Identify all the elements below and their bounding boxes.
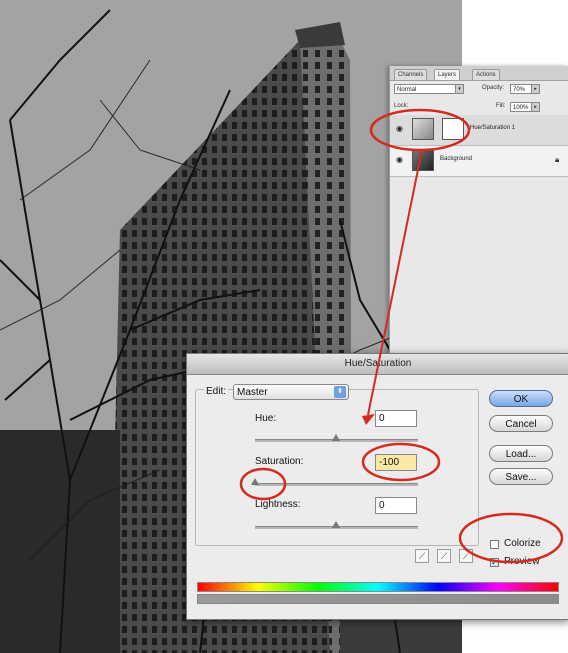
preview-label: Preview bbox=[504, 556, 540, 567]
saturation-input[interactable]: -100 bbox=[375, 454, 417, 471]
hue-saturation-dialog: Hue/Saturation Edit: Master ⬍ Hue: 0 Sat… bbox=[186, 353, 568, 620]
layers-tabbar: Channels Layers Actions bbox=[390, 66, 568, 81]
eye-icon[interactable]: ◉ bbox=[396, 125, 405, 133]
preview-checkbox[interactable]: ✓ bbox=[490, 558, 499, 567]
lightness-label: Lightness: bbox=[255, 499, 301, 510]
hue-label: Hue: bbox=[255, 413, 277, 424]
chevron-down-icon: ▸ bbox=[531, 85, 539, 93]
colorize-label: Colorize bbox=[504, 538, 541, 549]
layers-panel: Channels Layers Actions Normal ▾ Opacity… bbox=[389, 66, 568, 366]
layer-name: Background bbox=[440, 156, 473, 162]
hue-input[interactable]: 0 bbox=[375, 410, 417, 427]
saturation-slider-knob[interactable] bbox=[251, 478, 259, 485]
fill-field[interactable]: 100% ▸ bbox=[510, 102, 540, 112]
edit-select[interactable]: Master ⬍ bbox=[233, 384, 349, 400]
blend-mode-select[interactable]: Normal ▾ bbox=[394, 84, 464, 94]
edit-label: Edit: bbox=[204, 386, 229, 397]
colorize-checkbox[interactable] bbox=[490, 540, 499, 549]
tab-channels[interactable]: Channels bbox=[394, 69, 428, 80]
blend-mode-value: Normal bbox=[397, 87, 417, 93]
layer-name: Hue/Saturation 1 bbox=[470, 125, 516, 131]
fill-label: Fill: bbox=[496, 103, 506, 109]
hue-slider-knob[interactable] bbox=[332, 434, 340, 441]
eye-icon[interactable]: ◉ bbox=[396, 156, 405, 164]
dialog-title: Hue/Saturation bbox=[344, 358, 412, 369]
adjustment-thumbnail bbox=[412, 118, 434, 140]
ok-button[interactable]: OK bbox=[489, 390, 553, 407]
screenshot-stage: Channels Layers Actions Normal ▾ Opacity… bbox=[0, 0, 568, 653]
layer-thumbnail bbox=[412, 149, 434, 171]
opacity-value: 70% bbox=[513, 87, 526, 93]
saturation-label: Saturation: bbox=[255, 456, 304, 467]
load-button[interactable]: Load... bbox=[489, 445, 553, 462]
tab-actions[interactable]: Actions bbox=[472, 69, 500, 80]
chevron-down-icon: ▾ bbox=[455, 85, 463, 93]
lightness-slider-knob[interactable] bbox=[332, 521, 340, 528]
hue-spectrum-bar-top bbox=[197, 582, 559, 592]
chevron-down-icon: ▸ bbox=[531, 103, 539, 111]
save-button[interactable]: Save... bbox=[489, 468, 553, 485]
opacity-field[interactable]: 70% ▸ bbox=[510, 84, 540, 94]
dialog-titlebar: Hue/Saturation bbox=[187, 354, 568, 375]
tab-layers[interactable]: Layers bbox=[434, 69, 461, 80]
lock-label: Lock: bbox=[394, 103, 409, 109]
lock-icon: 🔒︎ bbox=[555, 155, 560, 164]
mask-thumbnail bbox=[442, 118, 464, 140]
hue-spectrum-bar-bottom bbox=[197, 594, 559, 604]
saturation-slider-track[interactable] bbox=[255, 483, 418, 486]
cancel-button[interactable]: Cancel bbox=[489, 415, 553, 432]
layer-row-background[interactable]: ◉ Background 🔒︎ bbox=[390, 146, 568, 177]
fill-value: 100% bbox=[513, 105, 529, 111]
edit-select-value: Master bbox=[237, 387, 268, 398]
eyedropper-plus-icon[interactable]: ⟋ bbox=[437, 549, 451, 563]
layer-row-hue-saturation[interactable]: ◉ Hue/Saturation 1 bbox=[390, 115, 568, 146]
opacity-label: Opacity: bbox=[482, 85, 505, 91]
chevron-updown-icon: ⬍ bbox=[334, 386, 346, 398]
lightness-input[interactable]: 0 bbox=[375, 497, 417, 514]
eyedropper-icon[interactable]: ⟋ bbox=[415, 549, 429, 563]
eyedropper-minus-icon[interactable]: ⟋ bbox=[459, 549, 473, 563]
